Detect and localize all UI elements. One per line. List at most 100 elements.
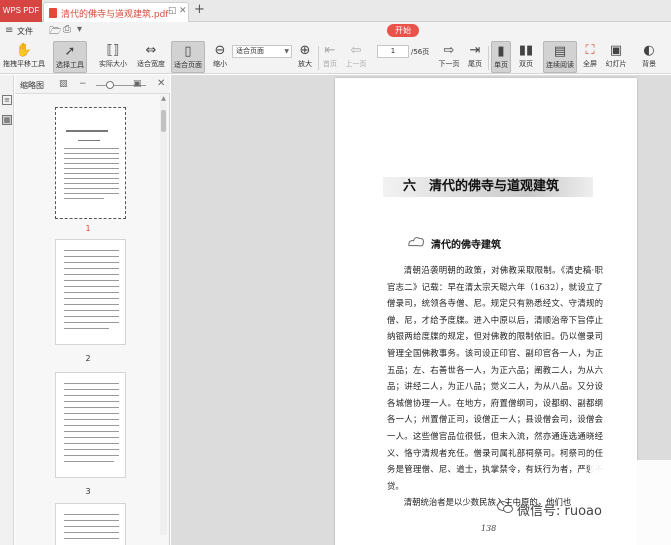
single-page-label: 单页 [494, 61, 508, 69]
single-page-icon: ▮ [497, 44, 505, 59]
more-icon[interactable]: ▾ [77, 24, 82, 35]
cursor-icon: ➚ [64, 44, 76, 59]
zoom-out-label: 缩小 [213, 60, 227, 68]
thumbnail-icon[interactable]: ▦ [2, 115, 12, 125]
chapter-title: 六 清代的佛寺与道观建筑 [383, 177, 593, 197]
scrollbar-thumb[interactable] [161, 110, 166, 132]
wechat-icon [497, 501, 513, 513]
zoom-select[interactable]: 适合页面 ▼ [232, 45, 292, 58]
last-page-button[interactable]: ⇥ 尾页 [465, 41, 485, 73]
minus-icon[interactable]: − [79, 79, 87, 89]
double-page-icon: ▮▮ [518, 43, 534, 58]
thumbnail-panel-header: 缩略图 ▨ − ▣ ✕ [15, 75, 170, 94]
toolbar-divider [488, 46, 489, 70]
first-page-icon: ⇤ [324, 43, 336, 58]
double-page-button[interactable]: ▮▮ 双页 [514, 41, 538, 73]
actual-size-icon: ⟦⟧ [106, 43, 120, 58]
fit-width-label: 适合宽度 [137, 60, 165, 68]
page-total: /56页 [411, 48, 430, 56]
sidebar-strip: ≡ ▦ [0, 75, 14, 545]
actual-size-button[interactable]: ⟦⟧ 实际大小 [97, 41, 129, 73]
slideshow-icon: ▣ [609, 43, 623, 58]
hand-tool-label: 拖拽平移工具 [3, 60, 45, 68]
toolbar-divider [318, 46, 319, 70]
thumbnail-page-number: 2 [85, 354, 91, 363]
thumbnail-page-1[interactable] [55, 107, 126, 219]
toolbar: ✋ 拖拽平移工具 ➚ 选择工具 ⟦⟧ 实际大小 ⇔ 适合宽度 ▯ 适合页面 ⊖ … [0, 40, 671, 74]
thumbnail-page-2[interactable] [55, 239, 126, 345]
arrow-right-icon: ⇨ [443, 43, 455, 58]
background-label: 背景 [642, 60, 656, 68]
pdf-file-icon [49, 8, 57, 18]
fit-width-icon: ⇔ [145, 43, 157, 58]
prev-page-button[interactable]: ⇦ 上一页 [344, 41, 368, 73]
select-tool-label: 选择工具 [56, 61, 84, 69]
paragraph: 清朝沿袭明朝的政策，对佛教采取限制。《清史稿·职官志二》记载：早在清太宗天聪六年… [387, 265, 603, 491]
app-tab[interactable]: WPS PDF [0, 0, 42, 22]
next-page-button[interactable]: ⇨ 下一页 [436, 41, 462, 73]
large-image-icon[interactable]: ▣ [133, 79, 142, 89]
fit-width-button[interactable]: ⇔ 适合宽度 [135, 41, 167, 73]
thumbnail-scrollbar[interactable]: ▲ [160, 95, 167, 535]
palette-icon: ◐ [643, 43, 655, 58]
page-number-input[interactable]: 1 [377, 45, 409, 58]
prev-page-label: 上一页 [345, 60, 367, 68]
zoom-out-icon: ⊖ [214, 43, 226, 58]
watermark-backdrop [590, 460, 671, 545]
thumbnail-page-number: 3 [85, 487, 91, 496]
document-tab[interactable]: 清代的佛寺与道观建筑.pdf ◱ ✕ [43, 2, 189, 22]
menu-icon[interactable]: ≡ [5, 25, 13, 36]
slider-handle[interactable] [106, 81, 114, 89]
first-page-label: 首页 [323, 60, 337, 68]
first-page-button[interactable]: ⇤ 首页 [320, 41, 340, 73]
slideshow-button[interactable]: ▣ 幻灯片 [604, 41, 628, 73]
document-body: 清朝沿袭明朝的政策，对佛教采取限制。《清史稿·职官志二》记载：早在清太宗天聪六年… [387, 262, 603, 511]
title-bar: WPS PDF 清代的佛寺与道观建筑.pdf ◱ ✕ + [0, 0, 671, 22]
bookmark-icon[interactable]: ≡ [2, 95, 12, 105]
scroll-up-icon[interactable]: ▲ [160, 95, 167, 102]
section-title: 清代的佛寺建筑 [431, 240, 501, 251]
print-icon[interactable]: ⎙ [63, 24, 71, 35]
thumbnail-panel-title: 缩略图 [20, 81, 44, 90]
thumbnail-page-3[interactable] [55, 372, 126, 478]
image-icon[interactable]: ▨ [59, 79, 68, 89]
open-folder-icon[interactable]: 🗁 [49, 24, 61, 41]
fullscreen-icon: ⛶ [585, 43, 595, 58]
watermark-text: 微信号: ruoao [517, 504, 602, 519]
page-number: 138 [481, 524, 497, 533]
hand-icon: ✋ [15, 43, 33, 58]
new-tab-button[interactable]: + [194, 2, 205, 17]
arrow-left-icon: ⇦ [350, 43, 362, 58]
zoom-in-button[interactable]: ⊕ 放大 [295, 41, 315, 73]
zoom-select-value: 适合页面 [236, 47, 264, 55]
fit-page-button[interactable]: ▯ 适合页面 [171, 41, 205, 73]
fullscreen-button[interactable]: ⛶ 全屏 [580, 41, 600, 73]
close-icon[interactable]: ✕ [157, 78, 165, 89]
fit-page-icon: ▯ [184, 44, 192, 59]
background-button[interactable]: ◐ 背景 [636, 41, 662, 73]
file-menu[interactable]: 文件 [17, 26, 33, 37]
thumbnail-page-4[interactable] [55, 503, 126, 545]
fullscreen-label: 全屏 [583, 60, 597, 68]
zoom-out-button[interactable]: ⊖ 缩小 [210, 41, 230, 73]
slideshow-label: 幻灯片 [605, 60, 627, 68]
start-tab[interactable]: 开始 [387, 24, 419, 37]
actual-size-label: 实际大小 [99, 60, 127, 68]
document-tab-label: 清代的佛寺与道观建筑.pdf [61, 10, 169, 20]
continuous-icon: ▤ [553, 44, 567, 59]
close-tab-icon[interactable]: ✕ [179, 6, 187, 16]
thumbnail-page-number: 1 [85, 224, 91, 233]
restore-icon[interactable]: ◱ [168, 6, 177, 16]
next-page-label: 下一页 [438, 60, 460, 68]
single-page-button[interactable]: ▮ 单页 [491, 41, 511, 73]
double-page-label: 双页 [519, 60, 533, 68]
continuous-reading-button[interactable]: ▤ 连续阅读 [543, 41, 577, 73]
continuous-label: 连续阅读 [546, 61, 574, 69]
cloud-ornament-icon [408, 237, 424, 247]
select-tool-button[interactable]: ➚ 选择工具 [53, 41, 87, 73]
last-page-label: 尾页 [468, 60, 482, 68]
zoom-in-icon: ⊕ [299, 43, 311, 58]
hand-tool-button[interactable]: ✋ 拖拽平移工具 [2, 41, 46, 73]
fit-page-label: 适合页面 [174, 61, 202, 69]
chevron-down-icon: ▼ [284, 48, 289, 55]
